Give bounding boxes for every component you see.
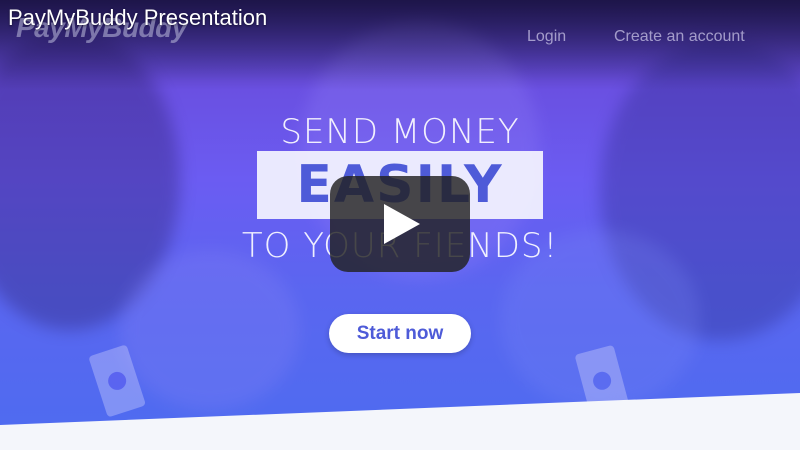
video-title[interactable]: PayMyBuddy Presentation [8,5,267,31]
play-button[interactable] [330,176,470,272]
footer-wave [0,393,800,450]
start-now-button: Start now [329,314,471,353]
play-icon [384,204,420,244]
nav-create-account-link: Create an account [614,28,745,45]
video-player[interactable]: PayMyBuddy PayMyBuddy Presentation Login… [0,0,800,450]
nav-login-link: Login [527,28,567,45]
headline-line-1: SEND MONEY [280,112,520,152]
